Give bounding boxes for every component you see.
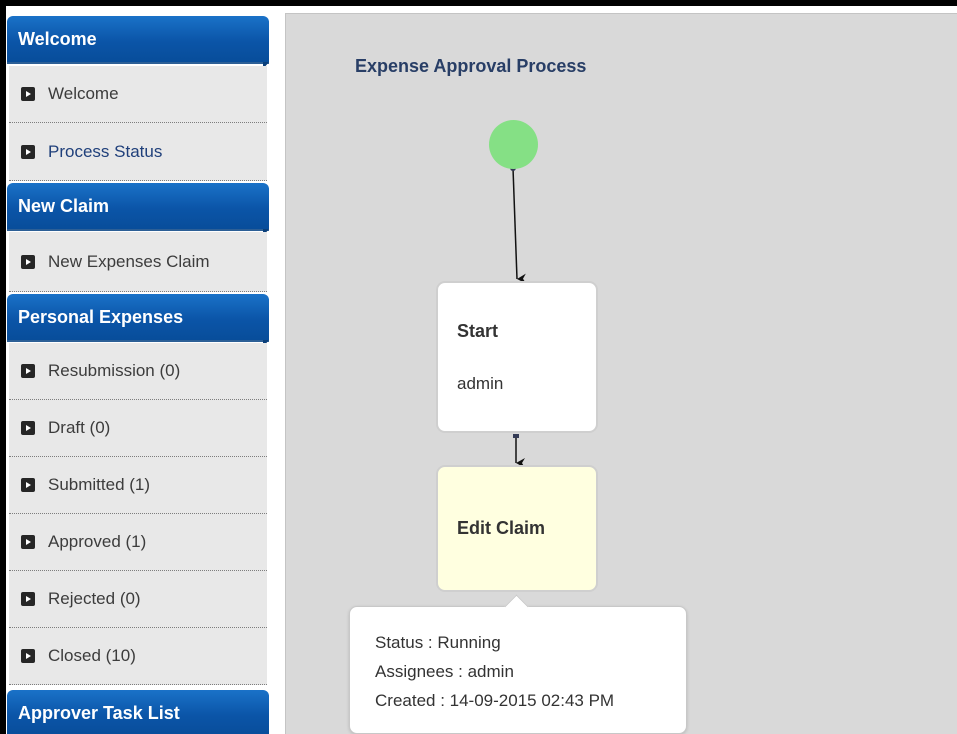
start-event-circle[interactable] [489,120,538,169]
flow-start-to-task [512,167,527,284]
task-tooltip: Status : Running Assignees : admin Creat… [349,606,687,734]
task-start[interactable]: Start admin [436,281,598,433]
task-name: Start [457,320,499,341]
task-assignee: admin [457,373,504,393]
tooltip-status: Status : Running [375,633,501,652]
tooltip-created: Created : 14-09-2015 02:43 PM [375,691,615,710]
task-name: Edit Claim [457,518,546,538]
flow-task-dot [513,434,519,438]
task-edit-claim[interactable]: Edit Claim [436,465,598,592]
tooltip-assignees: Assignees : admin [375,662,514,681]
